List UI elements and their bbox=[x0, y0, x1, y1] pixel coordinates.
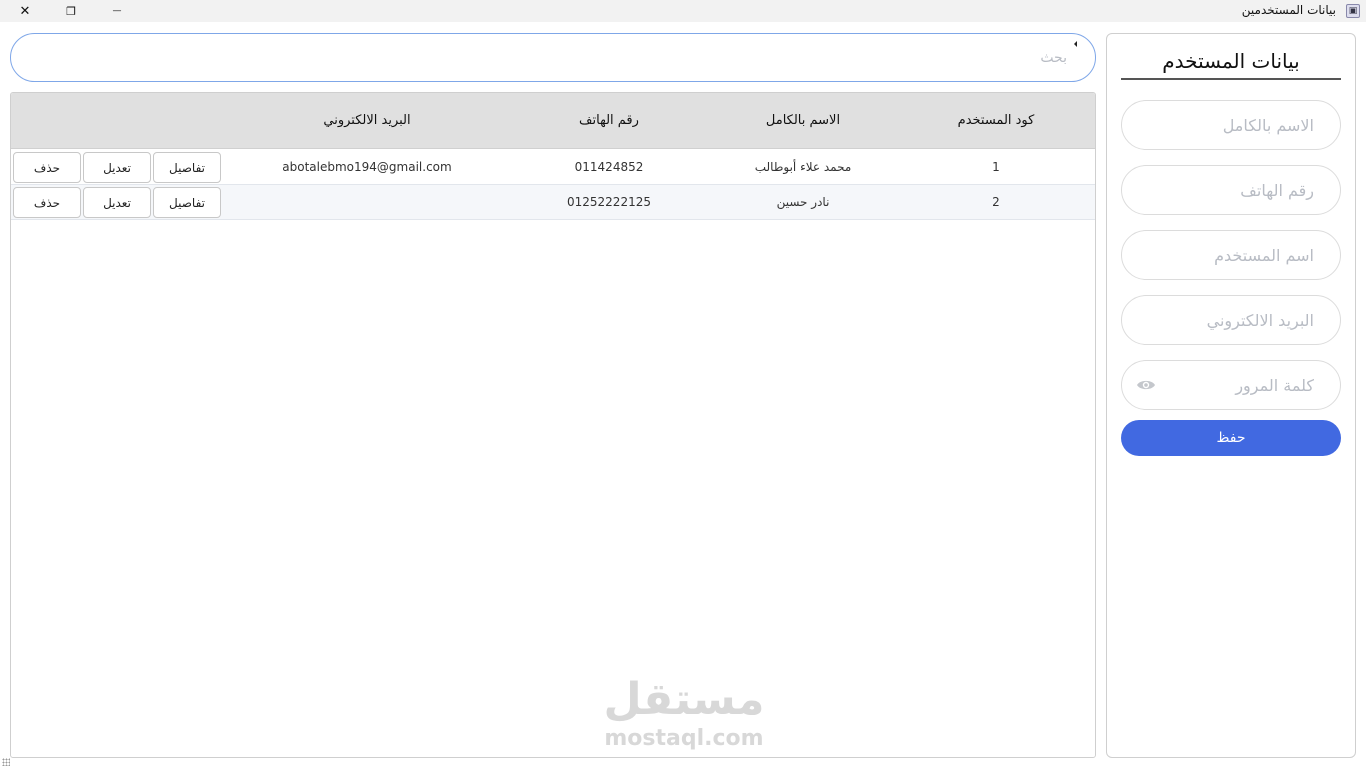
details-button[interactable]: تفاصيل bbox=[153, 152, 221, 183]
cell-email: abotalebmo194@gmail.com bbox=[282, 160, 452, 174]
username-input[interactable] bbox=[1122, 231, 1340, 279]
edit-button[interactable]: تعديل bbox=[83, 187, 151, 218]
username-field bbox=[1121, 230, 1341, 280]
table-row[interactable]: 1 محمد علاء أبوطالب 011424852 abotalebmo… bbox=[11, 150, 1095, 185]
phone-input[interactable] bbox=[1122, 166, 1340, 214]
table-header: كود المستخدم الاسم بالكامل رقم الهاتف ال… bbox=[11, 93, 1095, 149]
full-name-field bbox=[1121, 100, 1341, 150]
cell-phone: 01252222125 bbox=[567, 195, 651, 209]
header-email[interactable]: البريد الالكتروني bbox=[225, 93, 509, 149]
cell-email bbox=[225, 185, 509, 220]
close-icon: ✕ bbox=[19, 3, 31, 19]
users-table: كود المستخدم الاسم بالكامل رقم الهاتف ال… bbox=[10, 92, 1096, 758]
eye-icon[interactable] bbox=[1136, 378, 1156, 392]
save-button[interactable]: حفظ bbox=[1121, 420, 1341, 456]
delete-button[interactable]: حذف bbox=[13, 187, 81, 218]
table-row[interactable]: 2 نادر حسين 01252222125 تفاصيل تعديل حذف bbox=[11, 185, 1095, 220]
delete-button[interactable]: حذف bbox=[13, 152, 81, 183]
title-bar: ✕ ❐ — بيانات المستخدمين ▣ bbox=[0, 0, 1366, 22]
form-title: بيانات المستخدم bbox=[1121, 46, 1341, 80]
maximize-window-button[interactable]: ❐ bbox=[48, 0, 94, 22]
minimize-icon: — bbox=[112, 6, 122, 16]
search-box bbox=[10, 33, 1096, 82]
window-title: بيانات المستخدمين bbox=[1241, 3, 1336, 17]
email-field bbox=[1121, 295, 1341, 345]
search-input[interactable] bbox=[11, 34, 1095, 81]
cell-full-name: محمد علاء أبوطالب bbox=[754, 160, 852, 174]
cell-phone: 011424852 bbox=[574, 160, 644, 174]
header-full-name[interactable]: الاسم بالكامل bbox=[703, 93, 903, 149]
details-button[interactable]: تفاصيل bbox=[153, 187, 221, 218]
full-name-input[interactable] bbox=[1122, 101, 1340, 149]
resize-grip-icon[interactable] bbox=[2, 758, 10, 766]
header-phone[interactable]: رقم الهاتف bbox=[511, 93, 707, 149]
restore-icon: ❐ bbox=[66, 4, 76, 18]
caret-marker-icon bbox=[1074, 41, 1077, 47]
app-icon: ▣ bbox=[1346, 4, 1360, 18]
email-input[interactable] bbox=[1122, 296, 1340, 344]
cell-full-name: نادر حسين bbox=[776, 195, 830, 209]
phone-field bbox=[1121, 165, 1341, 215]
close-window-button[interactable]: ✕ bbox=[2, 0, 48, 22]
cell-code: 2 bbox=[992, 195, 1000, 209]
header-code[interactable]: كود المستخدم bbox=[911, 93, 1081, 149]
password-field bbox=[1121, 360, 1341, 410]
cell-code: 1 bbox=[992, 160, 1000, 174]
user-form-panel: بيانات المستخدم حفظ bbox=[1106, 33, 1356, 758]
edit-button[interactable]: تعديل bbox=[83, 152, 151, 183]
minimize-window-button[interactable]: — bbox=[94, 0, 140, 22]
